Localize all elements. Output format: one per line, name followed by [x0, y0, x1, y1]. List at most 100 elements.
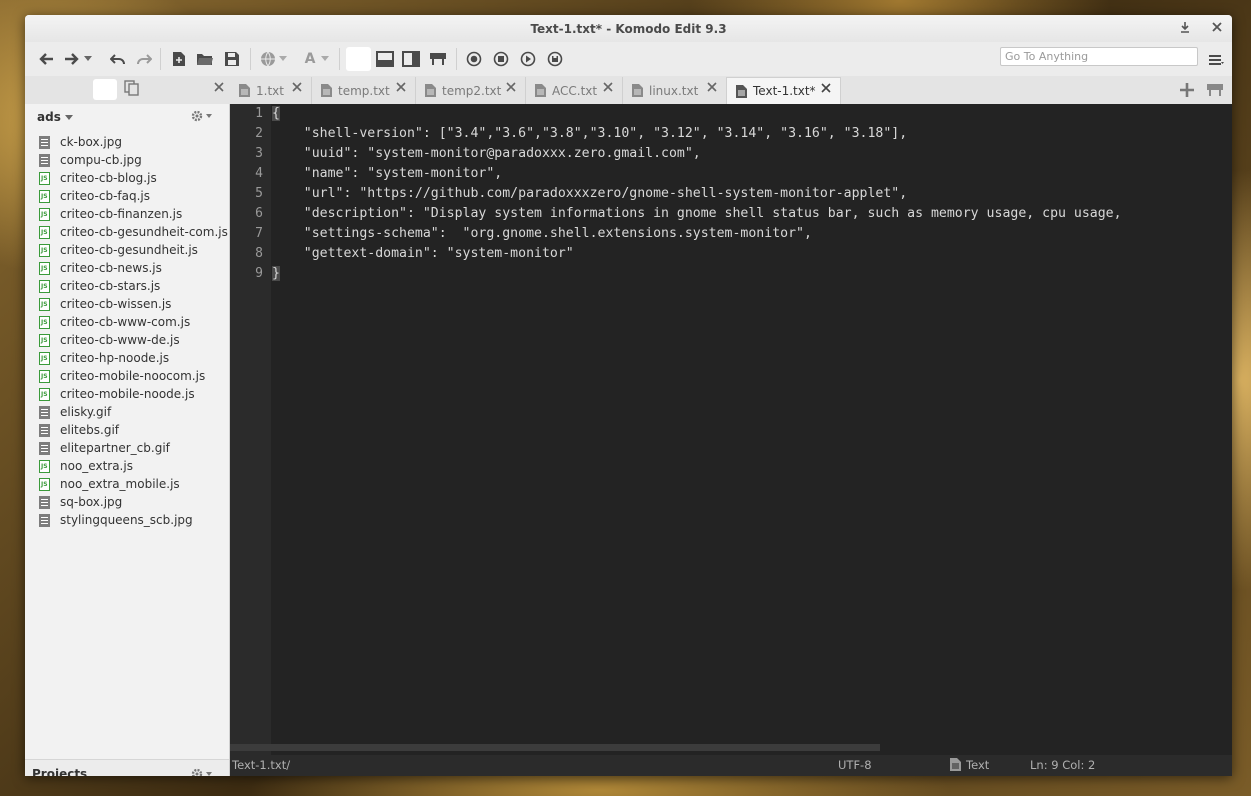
file-item[interactable]: elitepartner_cb.gif	[39, 439, 229, 457]
file-item[interactable]: criteo-cb-gesundheit.js	[39, 241, 229, 259]
tab-label: 1.txt	[256, 83, 284, 98]
focus-mode-button[interactable]	[427, 48, 449, 70]
history-dropdown[interactable]	[81, 48, 95, 70]
horizontal-scrollbar[interactable]	[230, 744, 880, 751]
file-item[interactable]: elitebs.gif	[39, 421, 229, 439]
font-dropdown[interactable]	[319, 48, 331, 70]
side-tab-places[interactable]	[93, 79, 117, 100]
file-item[interactable]: noo_extra.js	[39, 457, 229, 475]
file-item[interactable]: sq-box.jpg	[39, 493, 229, 511]
tab-temp-txt[interactable]: temp.txt	[312, 77, 416, 104]
status-encoding[interactable]: UTF-8	[838, 758, 872, 772]
code-line: "uuid": "system-monitor@paradoxxx.zero.g…	[272, 146, 701, 161]
hamburger-menu-icon	[1209, 55, 1224, 65]
file-name: criteo-cb-finanzen.js	[60, 207, 183, 221]
toggle-bottom-pane-button[interactable]	[374, 48, 396, 70]
redo-button[interactable]	[133, 48, 155, 70]
record-macro-button[interactable]	[463, 48, 485, 70]
close-icon[interactable]	[821, 83, 831, 93]
file-item[interactable]: elisky.gif	[39, 403, 229, 421]
projects-label[interactable]: Projects	[32, 767, 87, 776]
file-item[interactable]: criteo-cb-www-de.js	[39, 331, 229, 349]
file-item[interactable]: criteo-cb-finanzen.js	[39, 205, 229, 223]
tab-temp2-txt[interactable]: temp2.txt	[416, 77, 526, 104]
save-button[interactable]	[221, 48, 243, 70]
file-item[interactable]: criteo-mobile-noocom.js	[39, 367, 229, 385]
right-pane-icon	[402, 51, 420, 67]
close-window-button[interactable]	[1209, 20, 1225, 36]
places-settings-button[interactable]	[191, 110, 213, 125]
record-icon	[466, 51, 482, 67]
go-to-anything-input[interactable]	[1000, 47, 1198, 66]
close-icon[interactable]	[292, 82, 302, 92]
toolbar-separator	[339, 48, 340, 70]
title-bar[interactable]: Text-1.txt* - Komodo Edit 9.3	[25, 15, 1232, 42]
projects-bar: Projects	[25, 759, 229, 776]
projects-settings-button[interactable]	[191, 768, 213, 776]
line-number: 8	[255, 246, 263, 261]
code-line: }	[272, 264, 280, 284]
close-icon[interactable]	[506, 82, 516, 92]
code-line: {	[272, 104, 280, 124]
close-icon[interactable]	[396, 82, 406, 92]
gear-icon	[191, 110, 212, 122]
stop-macro-button[interactable]	[490, 48, 512, 70]
browser-dropdown[interactable]	[277, 48, 289, 70]
play-macro-button[interactable]	[517, 48, 539, 70]
font-button[interactable]: A	[299, 48, 321, 70]
js-file-icon	[39, 297, 50, 311]
tab-linux-txt[interactable]: linux.txt	[623, 77, 727, 104]
file-item[interactable]: compu-cb.jpg	[39, 151, 229, 169]
file-item[interactable]: criteo-mobile-noode.js	[39, 385, 229, 403]
tab-text-1-txt[interactable]: Text-1.txt*	[727, 77, 841, 104]
file-name: elitepartner_cb.gif	[60, 441, 170, 455]
split-view-button[interactable]	[1206, 83, 1224, 100]
file-name: criteo-cb-gesundheit-com.js	[60, 225, 228, 239]
open-file-button[interactable]	[194, 48, 216, 70]
chevron-down-icon	[279, 56, 287, 61]
file-item[interactable]: criteo-cb-blog.js	[39, 169, 229, 187]
file-item[interactable]: criteo-cb-news.js	[39, 259, 229, 277]
file-item[interactable]: criteo-hp-noode.js	[39, 349, 229, 367]
file-item[interactable]: ck-box.jpg	[39, 133, 229, 151]
save-macro-button[interactable]	[544, 48, 566, 70]
toggle-right-pane-button[interactable]	[400, 48, 422, 70]
folder-open-icon	[197, 54, 213, 65]
file-item[interactable]: criteo-cb-stars.js	[39, 277, 229, 295]
menu-button[interactable]	[1205, 49, 1227, 71]
new-tab-button[interactable]	[1179, 82, 1195, 101]
chevron-up-icon	[130, 775, 138, 776]
stop-icon	[493, 51, 509, 67]
forward-button[interactable]	[61, 48, 83, 70]
gear-icon	[191, 768, 212, 776]
back-button[interactable]	[35, 48, 57, 70]
file-item[interactable]: noo_extra_mobile.js	[39, 475, 229, 493]
tab-1-txt[interactable]: 1.txt	[230, 77, 312, 104]
close-side-pane-button[interactable]	[213, 81, 225, 97]
code-editor[interactable]: 1 2 3 4 5 6 7 8 9 { "shell-version": ["3…	[230, 104, 1232, 755]
undo-button[interactable]	[107, 48, 129, 70]
tab-acc-txt[interactable]: ACC.txt	[526, 77, 623, 104]
file-item[interactable]: criteo-cb-www-com.js	[39, 313, 229, 331]
file-item[interactable]: criteo-cb-wissen.js	[39, 295, 229, 313]
projects-expand-button[interactable]	[130, 770, 138, 776]
file-item[interactable]: criteo-cb-faq.js	[39, 187, 229, 205]
close-icon[interactable]	[603, 82, 613, 92]
play-icon	[520, 51, 536, 67]
file-list: ck-box.jpg compu-cb.jpg criteo-cb-blog.j…	[39, 133, 229, 529]
line-number: 9	[255, 266, 263, 281]
file-name: criteo-cb-blog.js	[60, 171, 157, 185]
toggle-left-pane-button[interactable]	[346, 47, 371, 71]
new-file-button[interactable]	[168, 48, 190, 70]
browser-preview-button[interactable]	[257, 48, 279, 70]
places-root-dropdown[interactable]: ads	[37, 110, 74, 124]
status-language[interactable]: Text	[950, 758, 989, 772]
minimize-button[interactable]	[1177, 20, 1193, 36]
js-file-icon	[39, 225, 50, 239]
side-tab-projects[interactable]	[124, 80, 140, 99]
file-item[interactable]: stylingqueens_scb.jpg	[39, 511, 229, 529]
line-number: 2	[255, 126, 263, 141]
file-item[interactable]: criteo-cb-gesundheit-com.js	[39, 223, 229, 241]
close-icon[interactable]	[707, 82, 717, 92]
js-file-icon	[39, 387, 50, 401]
